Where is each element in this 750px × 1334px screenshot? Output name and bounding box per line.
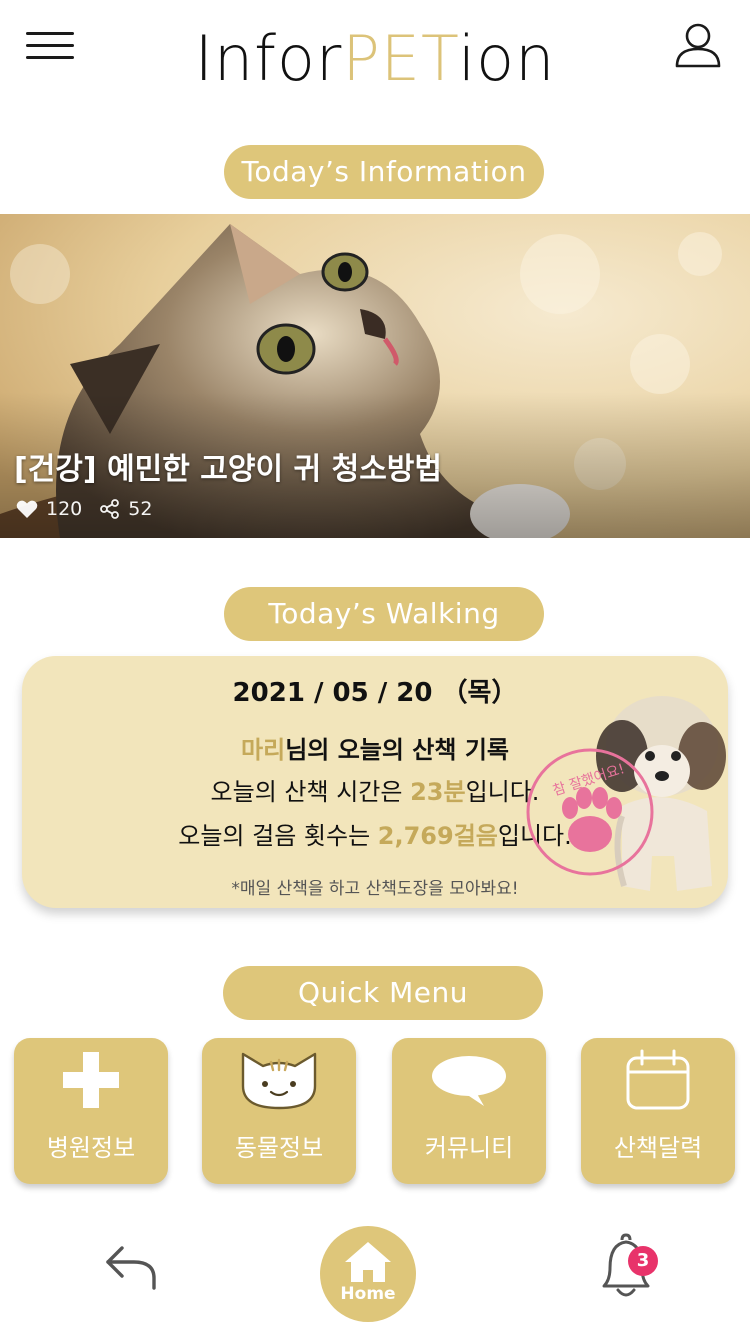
kitten-photo <box>0 214 750 538</box>
quick-menu-label: 병원정보 <box>46 1134 136 1162</box>
quick-menu-calendar-button[interactable]: 산책달력 <box>581 1038 735 1184</box>
logo-suffix: ion <box>457 22 556 95</box>
share-count: 52 <box>128 498 153 520</box>
quick-menu-hospital-button[interactable]: 병원정보 <box>14 1038 168 1184</box>
pet-name: 마리 <box>241 736 286 764</box>
section-title-quick-menu: Quick Menu <box>223 966 543 1020</box>
share-icon[interactable] <box>100 499 120 519</box>
section-title-walking: Today’s Walking <box>224 587 544 641</box>
speech-bubble-icon <box>432 1056 506 1106</box>
quick-menu-community-button[interactable]: 커뮤니티 <box>392 1038 546 1184</box>
paw-stamp-icon: 참 잘했어요! <box>526 748 654 876</box>
plus-icon <box>63 1052 119 1108</box>
time-prefix: 오늘의 산책 시간은 <box>210 778 411 806</box>
quick-menu-label: 동물정보 <box>234 1134 324 1162</box>
notification-badge: 3 <box>628 1246 658 1276</box>
home-tab-button[interactable]: Home <box>320 1226 416 1322</box>
steps-prefix: 오늘의 걸음 횟수는 <box>178 822 378 850</box>
banner-stats: 120 52 <box>16 498 152 520</box>
quick-menu-animal-button[interactable]: 동물정보 <box>202 1038 356 1184</box>
calendar-icon <box>626 1049 690 1110</box>
walking-time-value: 23분 <box>410 778 466 806</box>
cat-face-icon <box>241 1052 317 1110</box>
user-profile-icon[interactable] <box>674 22 722 70</box>
heart-icon[interactable] <box>16 499 38 519</box>
walking-card: 2021 / 05 / 20 （목） 마리님의 오늘의 산책 기록 오늘의 산책… <box>22 656 728 908</box>
quick-menu-label: 산책달력 <box>613 1134 703 1162</box>
info-banner[interactable] <box>0 214 750 538</box>
like-count: 120 <box>46 498 83 520</box>
section-title-information: Today’s Information <box>224 145 544 199</box>
app-logo[interactable]: InforPETion <box>0 22 750 95</box>
home-label: Home <box>340 1284 396 1304</box>
walking-steps-value: 2,769걸음 <box>377 822 498 850</box>
logo-prefix: Infor <box>194 22 343 95</box>
walking-date: 2021 / 05 / 20 （목） <box>232 678 518 708</box>
home-icon <box>345 1242 391 1282</box>
quick-menu-label: 커뮤니티 <box>424 1134 514 1162</box>
record-title-suffix: 님의 오늘의 산책 기록 <box>285 736 509 764</box>
app-header: InforPETion <box>0 0 750 120</box>
banner-title[interactable]: [건강] 예민한 고양이 귀 청소방법 <box>14 444 442 488</box>
logo-highlight: PET <box>342 22 458 95</box>
back-arrow-icon[interactable] <box>104 1244 160 1292</box>
